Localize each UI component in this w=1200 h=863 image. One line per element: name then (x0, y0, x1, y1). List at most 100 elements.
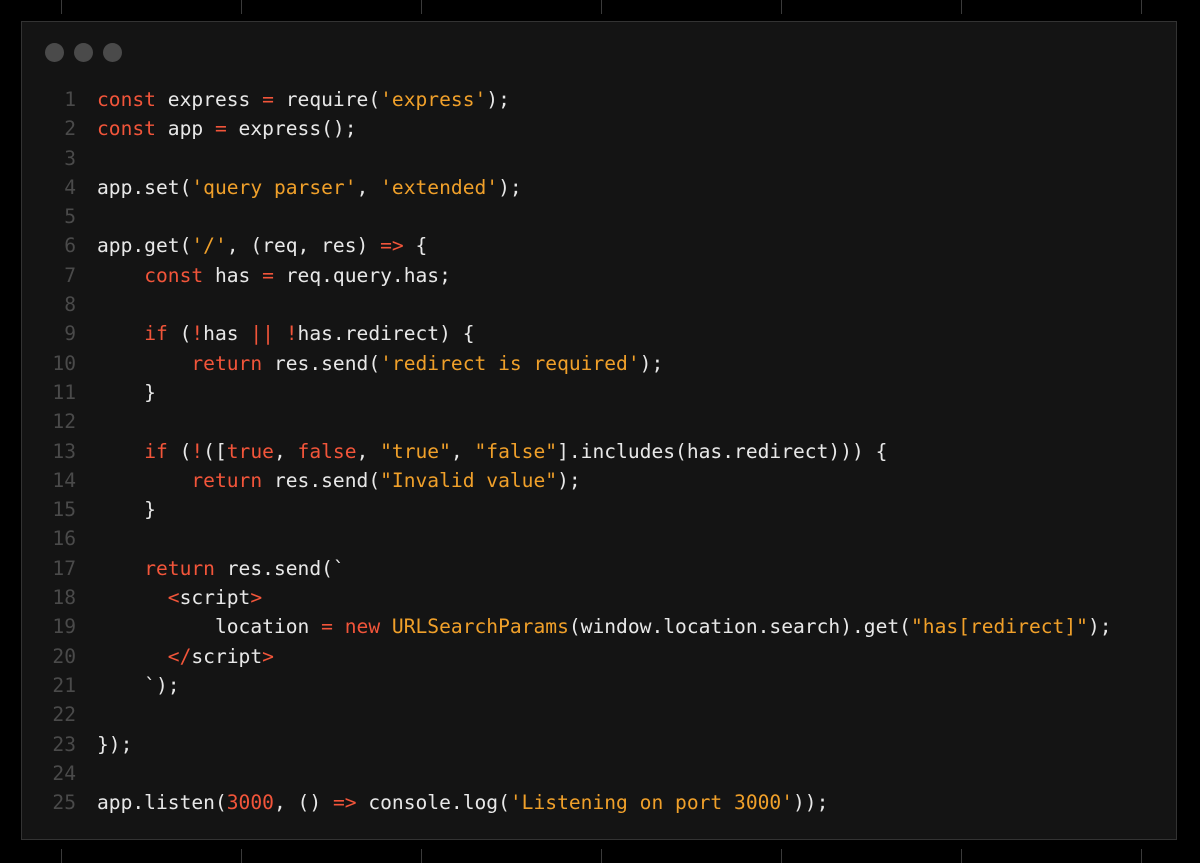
code-token: 'Listening on port 3000' (509, 791, 794, 815)
code-token: 3000 (226, 791, 274, 815)
close-dot[interactable] (45, 43, 64, 62)
line-source: </script> (76, 642, 274, 671)
line-source (76, 407, 97, 436)
line-number: 15 (52, 498, 76, 522)
line-source: <script> (76, 583, 262, 612)
code-token: , (356, 439, 381, 463)
line-number: 24 (52, 761, 76, 785)
code-token: app (155, 117, 215, 141)
frame-tick (61, 0, 62, 14)
line-number: 25 (52, 791, 76, 815)
line-number: 8 (64, 293, 76, 317)
line-source (76, 144, 97, 173)
code-token: app.listen( (97, 791, 227, 815)
code-token: { (403, 234, 428, 258)
frame-tick (421, 849, 422, 863)
frame-tick (781, 849, 782, 863)
code-token: </ (167, 644, 192, 668)
frame-tick (61, 849, 62, 863)
code-token: } (97, 498, 156, 522)
frame-tick (961, 849, 962, 863)
code-line: 6 app.get('/', (req, res) => { (22, 231, 1176, 260)
code-token: 'express' (380, 88, 487, 111)
code-token: require( (273, 88, 381, 111)
code-line: 8 (22, 290, 1176, 319)
frame-tick (781, 0, 782, 14)
code-token: return (144, 556, 215, 580)
code-token: ); (557, 468, 581, 492)
line-number: 16 (52, 527, 76, 551)
code-line: 2 const app = express(); (22, 114, 1176, 143)
line-number: 21 (52, 673, 76, 697)
code-token: )); (793, 791, 829, 815)
code-token: res.send(` (214, 556, 345, 580)
line-number: 2 (64, 117, 76, 141)
code-token: = (321, 615, 333, 639)
code-token: express (155, 88, 263, 111)
line-number: 11 (52, 380, 76, 404)
line-number: 20 (52, 644, 76, 668)
line-source: } (76, 495, 156, 524)
code-token: new (344, 615, 381, 639)
code-token: true (226, 439, 274, 463)
code-token: const (144, 263, 204, 287)
code-line: 3 (22, 144, 1176, 173)
code-token: ( (167, 439, 192, 463)
code-line: 4 app.set('query parser', 'extended'); (22, 173, 1176, 202)
code-token: if (144, 439, 168, 463)
minimize-dot[interactable] (74, 43, 93, 62)
line-source (76, 759, 97, 788)
code-token: `); (97, 673, 180, 697)
code-token: }); (97, 732, 133, 756)
code-token: , (req, res) (226, 234, 381, 258)
line-source: const has = req.query.has; (76, 261, 451, 290)
code-token: || (250, 322, 274, 346)
code-token: => (332, 791, 357, 815)
line-source (76, 290, 97, 319)
code-line: 1 const express = require('express'); (22, 85, 1176, 114)
code-token: < (167, 586, 180, 610)
code-token: ); (639, 351, 664, 375)
code-line: 25 app.listen(3000, () => console.log('Li… (22, 788, 1176, 817)
code-line: 18 <script> (22, 583, 1176, 612)
code-editor: 1 const express = require('express'); 2 con… (22, 85, 1176, 817)
line-number: 19 (52, 615, 76, 639)
code-line: 13 if (!([true, false, "true", "false"].… (22, 437, 1176, 466)
line-number: 17 (52, 556, 76, 580)
line-source (76, 700, 97, 729)
code-token: ([ (203, 439, 227, 463)
code-token: ! (285, 322, 298, 346)
line-source: `); (76, 671, 180, 700)
code-line: 17 return res.send(` (22, 554, 1176, 583)
line-source: const express = require('express'); (76, 85, 510, 114)
code-token: = (262, 263, 274, 287)
code-token: script (191, 644, 263, 668)
code-token: ); (1087, 615, 1112, 639)
code-token: req.query.has; (273, 263, 451, 287)
line-number: 12 (52, 410, 76, 434)
code-token: const (97, 88, 156, 111)
code-token: , () (273, 791, 333, 815)
code-token: "has[redirect]" (910, 615, 1088, 639)
code-line: 24 (22, 759, 1176, 788)
code-token: res.send( (262, 351, 381, 375)
maximize-dot[interactable] (103, 43, 122, 62)
code-line: 20 </script> (22, 642, 1176, 671)
line-source: } (76, 378, 156, 407)
code-token: const (97, 117, 156, 141)
code-line: 22 (22, 700, 1176, 729)
frame-tick (601, 0, 602, 14)
code-line: 14 return res.send("Invalid value"); (22, 466, 1176, 495)
code-token: ); (498, 175, 522, 199)
frame-tick (961, 0, 962, 14)
code-line: 16 (22, 524, 1176, 553)
code-token: => (380, 234, 404, 258)
code-token: "Invalid value" (380, 468, 558, 492)
code-token: location (97, 615, 322, 639)
code-token: 'query parser' (191, 175, 357, 199)
